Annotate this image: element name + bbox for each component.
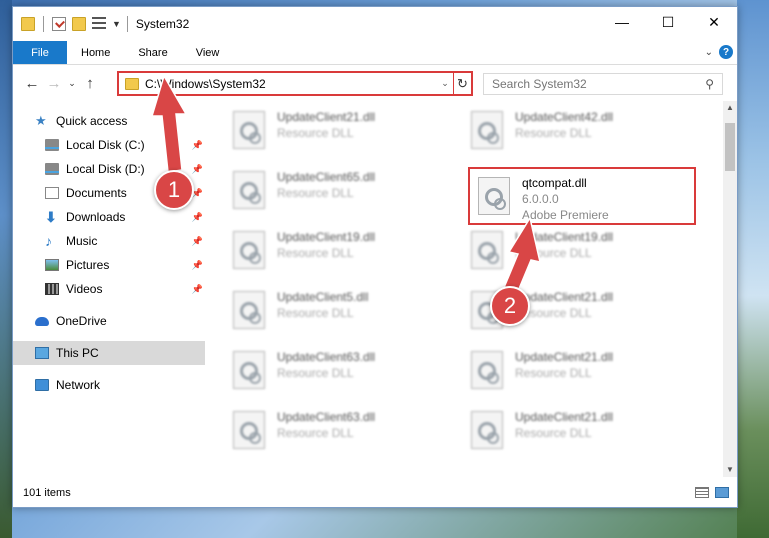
callout-1: 1 xyxy=(154,170,194,210)
arrow-1 xyxy=(150,74,188,173)
annotation-arrows xyxy=(150,74,541,298)
arrow-2 xyxy=(502,216,541,298)
callout-2: 2 xyxy=(490,286,530,326)
